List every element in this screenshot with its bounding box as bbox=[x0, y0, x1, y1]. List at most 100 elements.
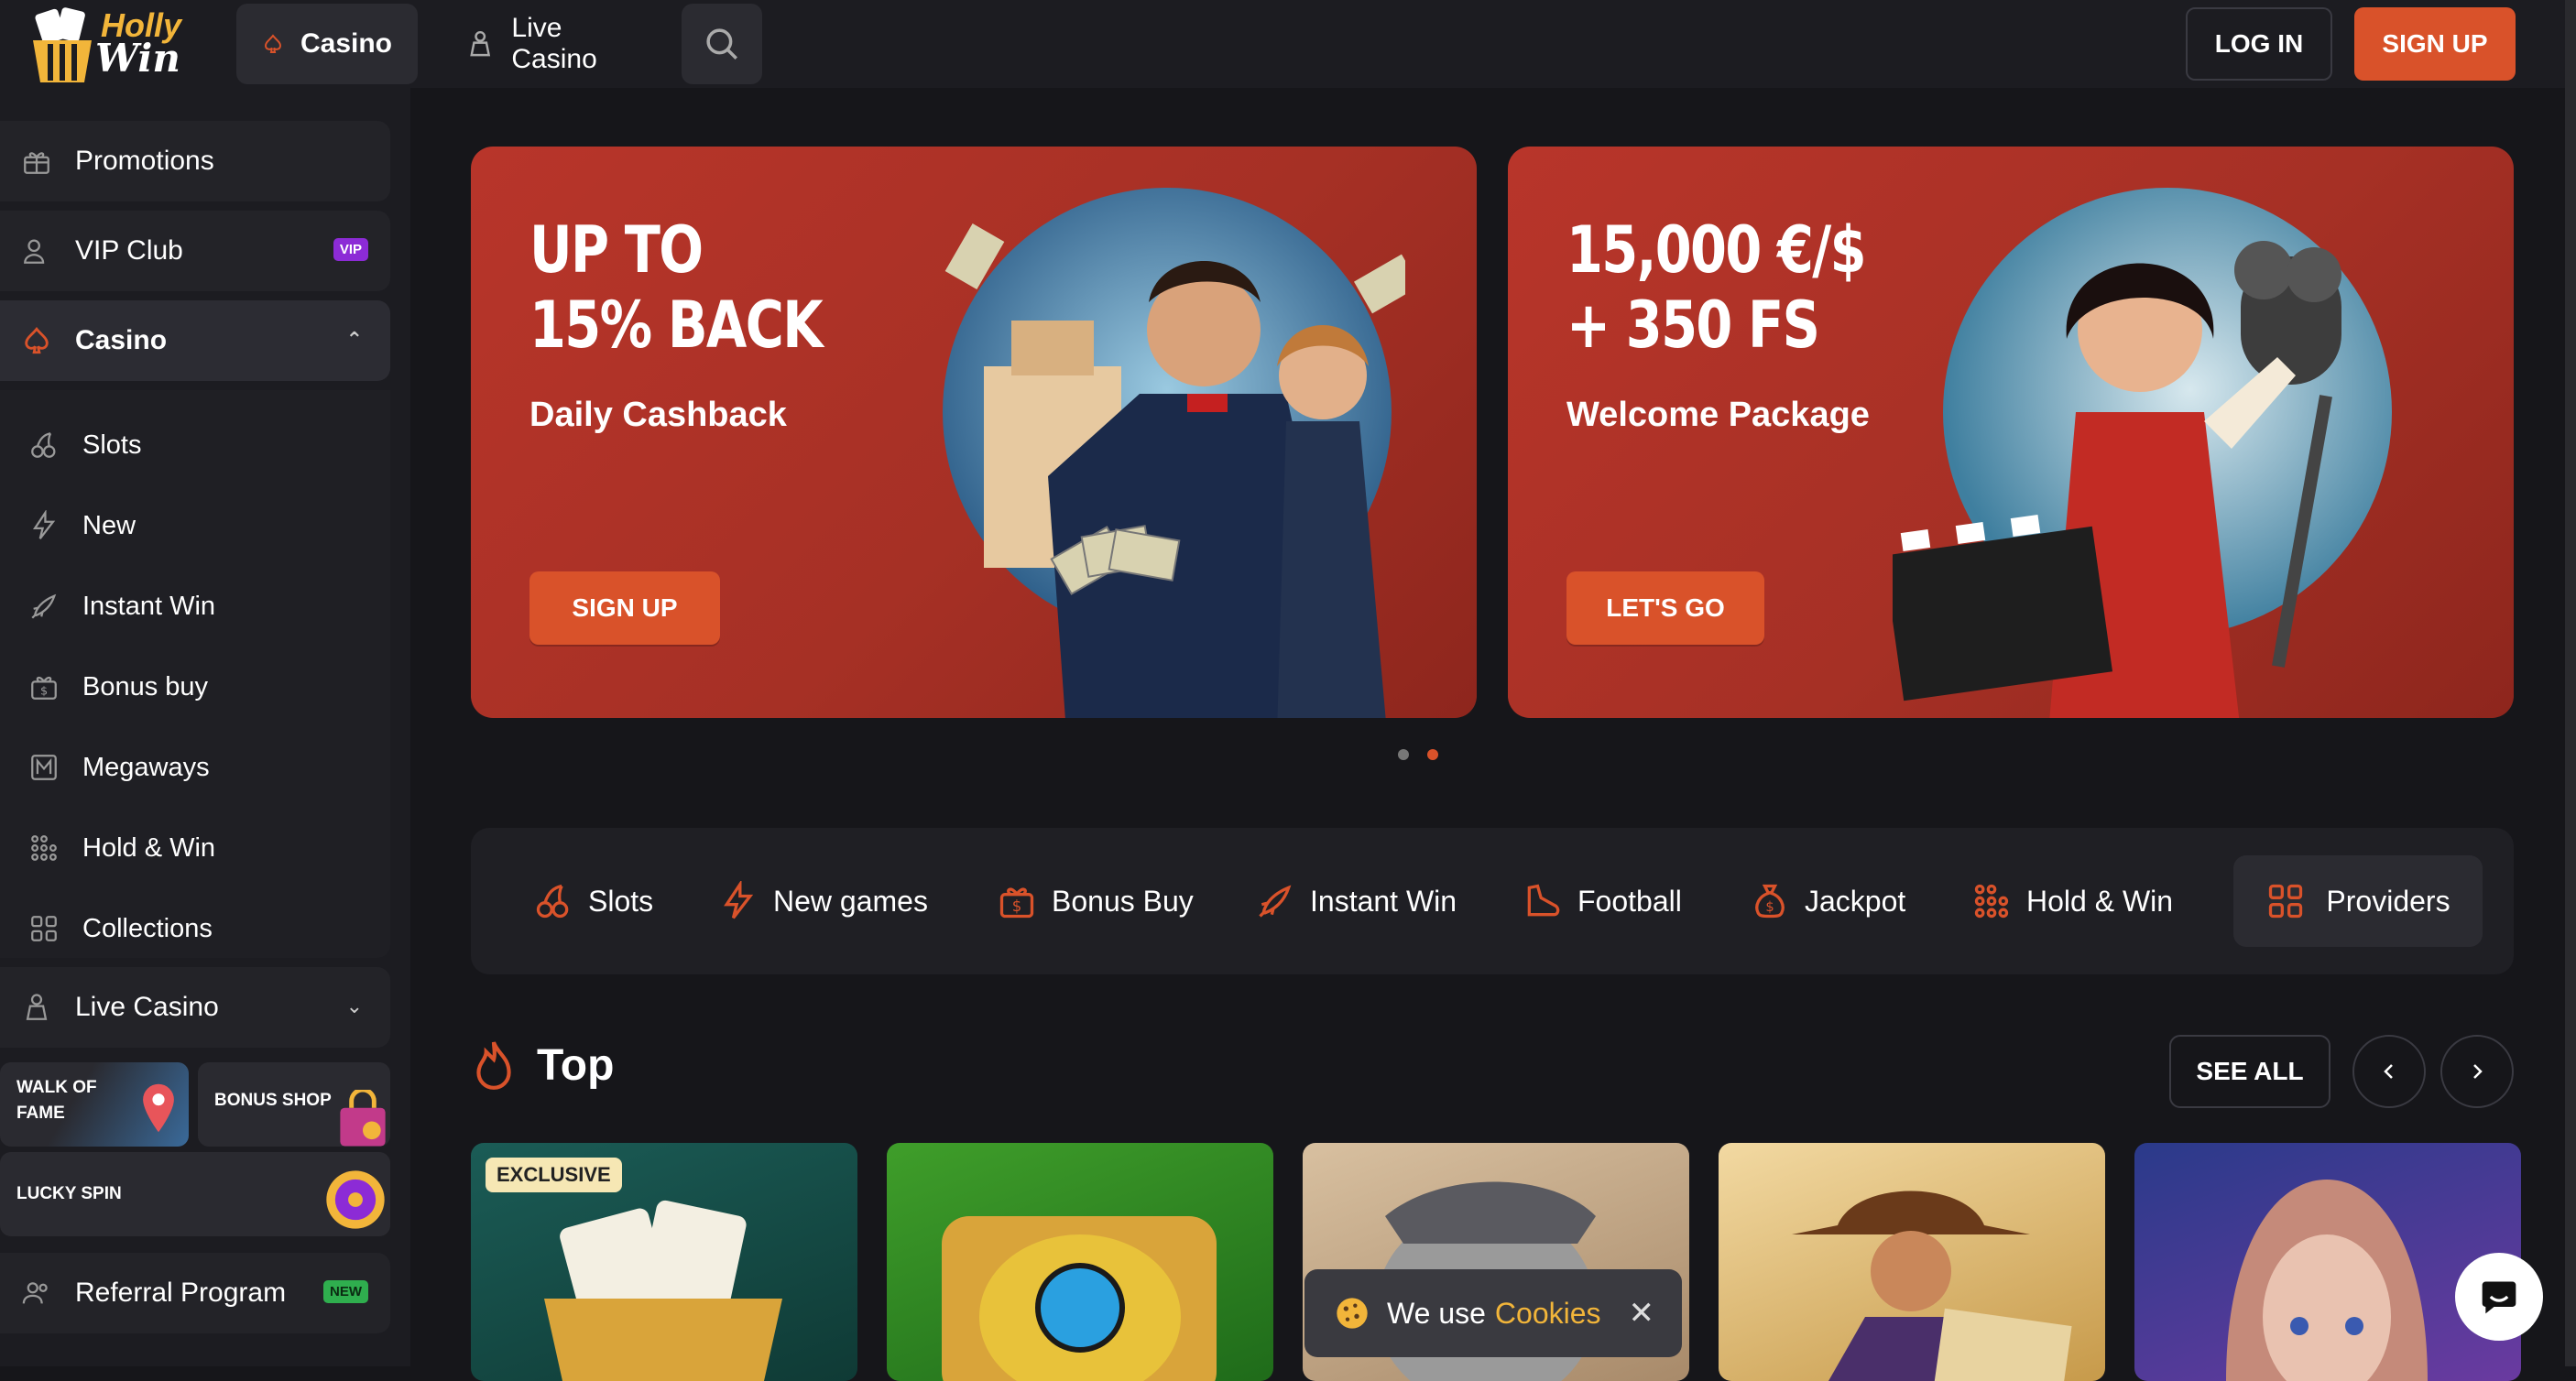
sidebar-subitem-new[interactable]: New bbox=[26, 498, 136, 553]
sidebar-item-label: Casino bbox=[75, 325, 168, 355]
sidebar-item-label: VIP Club bbox=[75, 235, 183, 266]
dots-grid-icon bbox=[1974, 884, 2009, 919]
chat-button[interactable] bbox=[2455, 1253, 2543, 1341]
sidebar-subitem-label: Slots bbox=[82, 430, 142, 460]
game-card[interactable] bbox=[887, 1143, 1273, 1381]
gift-dollar-icon: $ bbox=[999, 887, 1034, 919]
gift-icon bbox=[18, 143, 55, 179]
sidebar-subitem-collections[interactable]: Collections bbox=[26, 901, 213, 956]
section-title-label: Top bbox=[537, 1040, 615, 1090]
bonus-shop-tile[interactable]: BONUS SHOP bbox=[198, 1062, 390, 1147]
banner-signup-button[interactable]: SIGN UP bbox=[529, 571, 720, 645]
sidebar-subitem-slots[interactable]: Slots bbox=[26, 418, 141, 473]
exclusive-badge: EXCLUSIVE bbox=[486, 1158, 622, 1192]
nav-live-casino-label: Live Casino bbox=[511, 13, 597, 74]
sidebar-subitem-bonus-buy[interactable]: $ Bonus buy bbox=[26, 659, 208, 714]
game-card[interactable] bbox=[1719, 1143, 2105, 1381]
svg-text:$: $ bbox=[1765, 899, 1774, 915]
sidebar-item-promotions[interactable]: Promotions bbox=[0, 121, 390, 201]
category-instant-win[interactable]: Instant Win bbox=[1255, 874, 1457, 929]
game-card[interactable] bbox=[2134, 1143, 2521, 1381]
bonus-shop-label: BONUS SHOP bbox=[214, 1091, 332, 1110]
category-providers[interactable]: Providers bbox=[2233, 855, 2483, 947]
carousel-dot-1[interactable] bbox=[1398, 749, 1409, 760]
category-label: Jackpot bbox=[1805, 884, 1906, 918]
login-button[interactable]: LOG IN bbox=[2186, 7, 2332, 81]
nav-live-casino-button[interactable]: Live Casino bbox=[440, 4, 660, 84]
megaways-icon bbox=[26, 752, 62, 783]
cherries-icon bbox=[536, 884, 569, 919]
casino-submenu: Slots New Instant Win $ Bonus buy Megawa… bbox=[0, 390, 390, 958]
sidebar-item-referral[interactable]: Referral Program NEW bbox=[0, 1253, 390, 1333]
users-icon bbox=[18, 1275, 55, 1311]
top-header: Holly Win Casino Live Casino LOG IN SIGN… bbox=[0, 0, 2576, 88]
money-bag-icon: $ bbox=[1755, 884, 1785, 919]
sidebar-item-label: Live Casino bbox=[75, 992, 219, 1022]
category-label: Bonus Buy bbox=[1052, 884, 1194, 918]
signup-button[interactable]: SIGN UP bbox=[2354, 7, 2516, 81]
category-jackpot[interactable]: $ Jackpot bbox=[1750, 874, 1905, 929]
promo-banner-cashback[interactable]: UP TO 15% BACK Daily Cashback SIGN UP bbox=[471, 147, 1477, 718]
sidebar-subitem-hold-win[interactable]: Hold & Win bbox=[26, 821, 215, 875]
sidebar-subitem-megaways[interactable]: Megaways bbox=[26, 740, 210, 795]
category-bar: Slots New games $ Bonus Buy Instant Win … bbox=[471, 828, 2514, 974]
lightning-icon bbox=[26, 510, 62, 541]
game-thumbnail-scarab bbox=[942, 1216, 1217, 1381]
category-label: Slots bbox=[588, 884, 654, 918]
banner-lets-go-button[interactable]: LET'S GO bbox=[1566, 571, 1764, 645]
lucky-spin-label: LUCKY SPIN bbox=[16, 1184, 122, 1203]
sidebar-item-live-casino[interactable]: Live Casino ⌄ bbox=[0, 967, 390, 1048]
sidebar-subitem-label: Hold & Win bbox=[82, 832, 216, 863]
banner-headline-line1: UP TO bbox=[529, 212, 704, 288]
search-button[interactable] bbox=[682, 4, 762, 84]
see-all-button[interactable]: SEE ALL bbox=[2169, 1035, 2330, 1108]
spade-icon bbox=[264, 34, 281, 53]
category-new-games[interactable]: New games bbox=[718, 874, 928, 929]
brand-logo[interactable]: Holly Win bbox=[27, 0, 202, 88]
chevron-down-icon[interactable]: ⌄ bbox=[346, 995, 363, 1018]
search-icon bbox=[706, 28, 737, 60]
carousel-dot-2[interactable] bbox=[1427, 749, 1438, 760]
sidebar-item-casino[interactable]: Casino ⌃ bbox=[0, 300, 390, 381]
nav-casino-button[interactable]: Casino bbox=[236, 4, 418, 84]
sidebar-subitem-label: Instant Win bbox=[82, 591, 216, 621]
lightning-icon bbox=[724, 881, 754, 919]
prev-arrow-button[interactable] bbox=[2352, 1035, 2426, 1108]
grid-icon bbox=[26, 913, 62, 944]
close-icon[interactable]: ✕ bbox=[1629, 1295, 1655, 1332]
lucky-spin-tile[interactable]: LUCKY SPIN bbox=[0, 1152, 390, 1236]
spade-icon bbox=[18, 322, 55, 359]
promo-banner-welcome[interactable]: 15,000 €/$ + 350 FS Welcome Package LET'… bbox=[1508, 147, 2514, 718]
chevron-up-icon[interactable]: ⌃ bbox=[346, 328, 363, 352]
sidebar-item-vip-club[interactable]: VIP Club VIP bbox=[0, 211, 390, 291]
cookie-link[interactable]: Cookies bbox=[1495, 1297, 1601, 1331]
page-scrollbar[interactable] bbox=[2565, 0, 2576, 1366]
nav-casino-label: Casino bbox=[300, 28, 392, 59]
cookie-text: We use bbox=[1387, 1296, 1486, 1330]
next-arrow-button[interactable] bbox=[2440, 1035, 2514, 1108]
category-bonus-buy[interactable]: $ Bonus Buy bbox=[997, 874, 1194, 929]
category-hold-win[interactable]: Hold & Win bbox=[1971, 874, 2173, 929]
category-slots[interactable]: Slots bbox=[533, 874, 653, 929]
svg-text:$: $ bbox=[40, 685, 48, 699]
sidebar-subitem-instant-win[interactable]: Instant Win bbox=[26, 579, 215, 634]
dealer-icon bbox=[470, 30, 491, 57]
sidebar-item-label: Promotions bbox=[75, 146, 214, 176]
banner-headline-line2: + 350 FS bbox=[1566, 288, 1820, 363]
rocket-icon bbox=[1259, 885, 1292, 918]
banner-illustration-couple bbox=[943, 188, 1405, 718]
banner-headline: UP TO 15% BACK bbox=[529, 212, 824, 363]
game-thumbnail-princess bbox=[2226, 1180, 2428, 1381]
chevron-right-icon bbox=[2473, 1064, 2483, 1079]
category-label: New games bbox=[773, 884, 928, 918]
game-card[interactable]: EXCLUSIVE bbox=[471, 1143, 857, 1381]
category-football[interactable]: Football bbox=[1523, 874, 1682, 929]
banner-subtitle: Welcome Package bbox=[1566, 396, 1870, 434]
walk-of-fame-tile[interactable]: WALK OF FAME bbox=[0, 1062, 189, 1147]
grid-icon bbox=[2269, 884, 2303, 919]
banner-headline-line2: 15% BACK bbox=[529, 288, 824, 363]
boot-icon bbox=[1527, 884, 1560, 917]
section-title-top: Top bbox=[471, 1038, 614, 1092]
gift-dollar-icon: $ bbox=[26, 671, 62, 702]
flame-icon bbox=[476, 1041, 511, 1090]
